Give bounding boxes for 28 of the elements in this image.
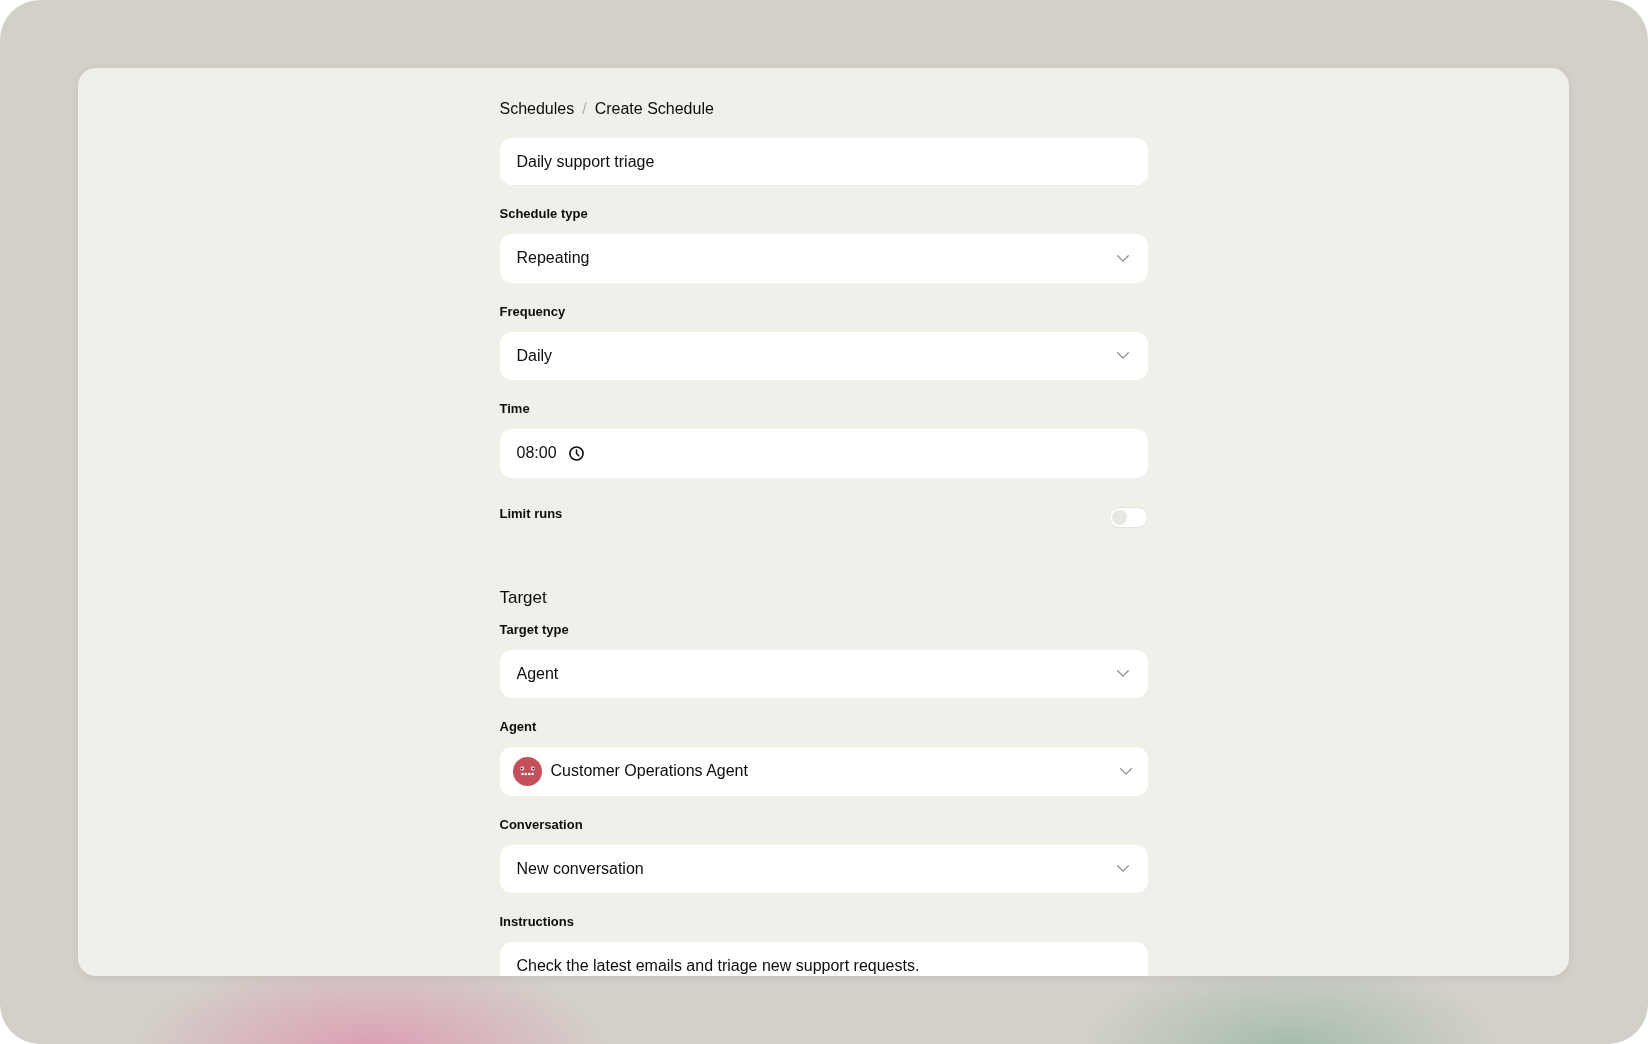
dropdown-field[interactable]: Repeating xyxy=(499,234,1148,283)
dropdown-field[interactable]: Customer Operations Agent xyxy=(499,747,1148,796)
breadcrumb-current: Create Schedule xyxy=(594,99,714,119)
chevron-down-icon xyxy=(1116,352,1129,360)
field-label: Frequency xyxy=(499,302,567,321)
field-label: Target type xyxy=(499,620,570,639)
field-label: Instructions xyxy=(499,913,575,931)
field-label: Schedule type xyxy=(499,205,589,223)
dropdown-field[interactable]: Agent xyxy=(499,649,1148,698)
toggle-switch[interactable] xyxy=(1108,506,1148,528)
dropdown-field[interactable]: Daily xyxy=(499,331,1148,380)
field-label: Limit runs xyxy=(499,504,563,523)
instructions-field[interactable]: Check the latest emails and triage new support requests. xyxy=(499,942,1148,976)
chevron-down-icon xyxy=(1116,865,1129,873)
name-input[interactable]: Daily support triage xyxy=(499,138,1148,185)
chevron-down-icon xyxy=(1119,767,1132,775)
clock-icon xyxy=(568,445,584,461)
chevron-down-icon xyxy=(1116,670,1129,678)
field-label: Agent xyxy=(499,718,538,736)
chevron-down-icon xyxy=(1116,254,1129,262)
field-label: Time xyxy=(499,400,531,418)
dropdown-field[interactable]: New conversation xyxy=(499,844,1148,893)
time-field[interactable]: 08:00 xyxy=(499,429,1148,478)
breadcrumb-link[interactable]: Schedules xyxy=(499,98,575,120)
field-label: Conversation xyxy=(499,815,584,834)
avatar-icon xyxy=(512,756,542,786)
section-heading: Target xyxy=(499,586,548,609)
breadcrumb-separator: / xyxy=(582,99,587,119)
